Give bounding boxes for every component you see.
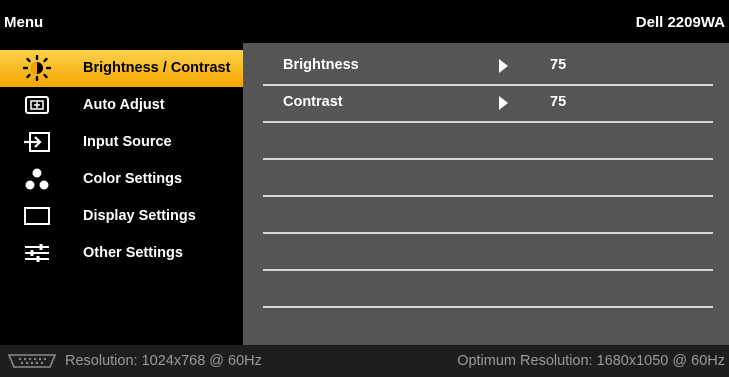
sliders-icon [22,240,52,266]
sidebar: Brightness / Contrast Auto Adjust Input … [0,43,243,345]
contrast-value: 75 [550,94,567,110]
empty-row [263,195,713,234]
sidebar-item-display-settings[interactable]: Display Settings [0,198,243,235]
color-dots-icon [22,166,52,192]
title-bar: Menu Dell 2209WA [0,0,729,43]
sidebar-item-color-settings[interactable]: Color Settings [0,161,243,198]
current-resolution: Resolution: 1024x768 @ 60Hz [65,353,262,369]
sidebar-item-label: Display Settings [83,208,196,224]
empty-row [263,158,713,197]
sidebar-item-label: Input Source [83,134,172,150]
empty-row [263,232,713,271]
sidebar-item-brightness-contrast[interactable]: Brightness / Contrast [0,50,243,87]
contrast-row[interactable]: Contrast 75 [263,84,713,123]
contrast-label: Contrast [283,94,343,110]
empty-row [263,121,713,160]
settings-panel: Brightness 75 Contrast 75 [243,43,729,345]
brightness-row[interactable]: Brightness 75 [263,47,713,86]
input-source-icon [22,129,52,155]
monitor-model: Dell 2209WA [635,14,725,31]
auto-adjust-icon [22,92,52,118]
triangle-right-icon [499,96,508,110]
optimum-resolution: Optimum Resolution: 1680x1050 @ 60Hz [457,353,725,369]
sidebar-item-other-settings[interactable]: Other Settings [0,235,243,272]
triangle-right-icon [499,59,508,73]
sidebar-item-label: Brightness / Contrast [83,60,231,76]
status-bar: Resolution: 1024x768 @ 60Hz Optimum Reso… [0,345,729,377]
menu-title: Menu [4,14,44,31]
sidebar-item-input-source[interactable]: Input Source [0,124,243,161]
display-rectangle-icon [22,203,52,229]
vga-connector-icon [6,353,58,369]
brightness-label: Brightness [283,57,359,73]
sidebar-item-label: Auto Adjust [83,97,165,113]
sidebar-item-label: Other Settings [83,245,183,261]
empty-row [263,269,713,308]
brightness-value: 75 [550,57,567,73]
sun-icon [22,55,52,81]
sidebar-item-auto-adjust[interactable]: Auto Adjust [0,87,243,124]
sidebar-item-label: Color Settings [83,171,183,187]
